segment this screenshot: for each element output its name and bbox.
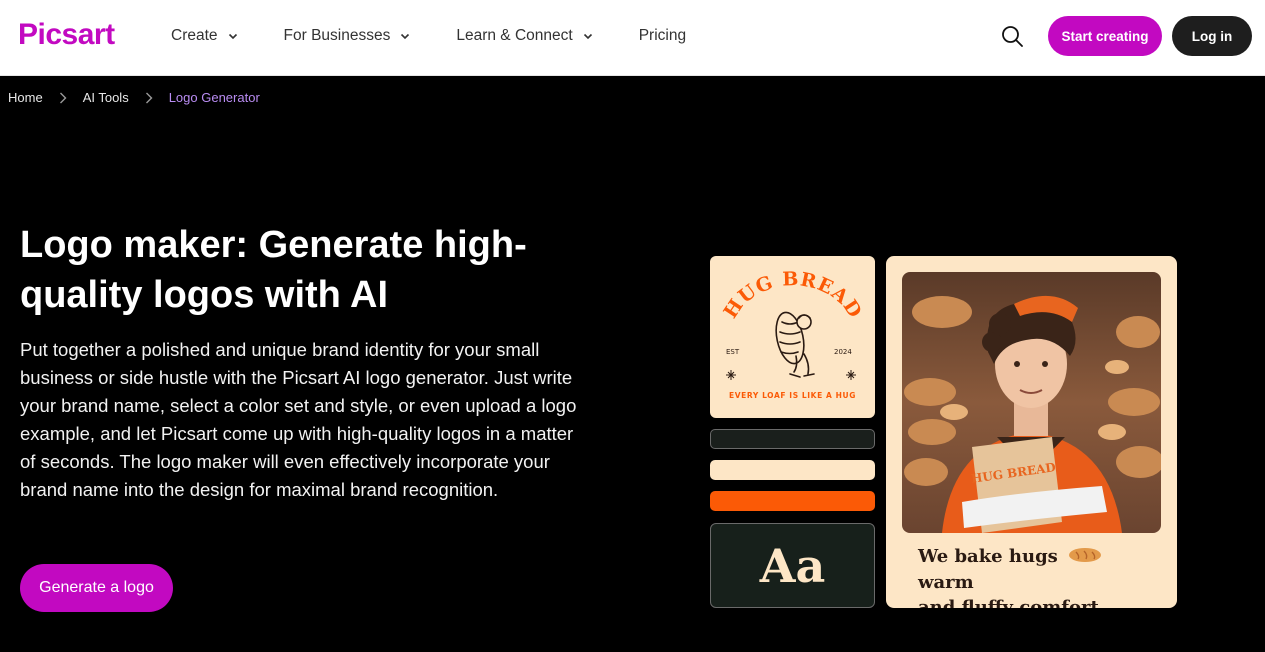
picsart-logo[interactable]: Picsart: [18, 18, 115, 52]
baker-photo: HUG BREAD: [902, 272, 1161, 533]
breadcrumb-current: Logo Generator: [168, 90, 260, 105]
nav-pricing-label: Pricing: [638, 27, 687, 44]
top-navbar: Picsart Create For Businesses Learn & Co…: [0, 0, 1265, 76]
login-button[interactable]: Log in: [1172, 16, 1252, 56]
main-nav: Create For Businesses Learn & Connect Pr…: [171, 0, 732, 72]
bread-roll-icon: [1068, 545, 1102, 570]
generate-logo-button[interactable]: Generate a logo: [20, 564, 173, 612]
breadcrumb-home[interactable]: Home: [8, 90, 43, 105]
logo-year-text: 2024: [834, 348, 852, 356]
start-creating-button[interactable]: Start creating: [1048, 16, 1162, 56]
chevron-right-icon: [135, 92, 163, 104]
logo-preview-card: HUG BREAD EST 2024 EVERY LOAF IS LIKE A …: [710, 256, 875, 418]
font-sample-text: Aa: [759, 538, 826, 593]
nav-for-businesses[interactable]: For Businesses: [284, 27, 411, 45]
color-swatch-orange: [710, 491, 875, 511]
logo-est-text: EST: [726, 348, 740, 356]
nav-create-label: Create: [171, 27, 218, 44]
nav-for-businesses-label: For Businesses: [283, 27, 391, 44]
color-swatch-dark: [710, 429, 875, 449]
chevron-down-icon: [228, 31, 238, 41]
search-icon[interactable]: [1000, 24, 1024, 48]
logo-brand-text: HUG BREAD: [720, 268, 866, 322]
tagline-word-warm: warm: [918, 571, 974, 593]
breadcrumb-ai-tools[interactable]: AI Tools: [83, 90, 129, 105]
nav-learn-connect[interactable]: Learn & Connect: [456, 27, 592, 45]
font-preview-card: Aa: [710, 523, 875, 608]
tagline-line1: We bake hugs: [918, 546, 1058, 567]
breadcrumb: Home AI Tools Logo Generator: [8, 90, 260, 105]
chevron-right-icon: [49, 92, 77, 104]
logo-slogan-text: EVERY LOAF IS LIKE A HUG: [729, 391, 856, 400]
page-title: Logo maker: Generate high-quality logos …: [20, 224, 527, 316]
hero-description: Put together a polished and unique brand…: [20, 339, 577, 500]
color-swatch-cream: [710, 460, 875, 480]
brand-photo-card: HUG BREAD We bake hugs warm and fluffy c…: [886, 256, 1177, 608]
nav-pricing[interactable]: Pricing: [639, 27, 686, 45]
nav-create[interactable]: Create: [171, 27, 238, 45]
svg-text:HUG BREAD: HUG BREAD: [720, 268, 867, 322]
hug-bread-logo: HUG BREAD EST 2024 EVERY LOAF IS LIKE A …: [720, 268, 867, 400]
tagline-line2: and fluffy comfort: [918, 596, 1099, 609]
chevron-down-icon: [400, 31, 410, 41]
chevron-down-icon: [583, 31, 593, 41]
brand-tagline: We bake hugs warm and fluffy comfort: [918, 544, 1168, 608]
nav-learn-connect-label: Learn & Connect: [456, 27, 573, 44]
